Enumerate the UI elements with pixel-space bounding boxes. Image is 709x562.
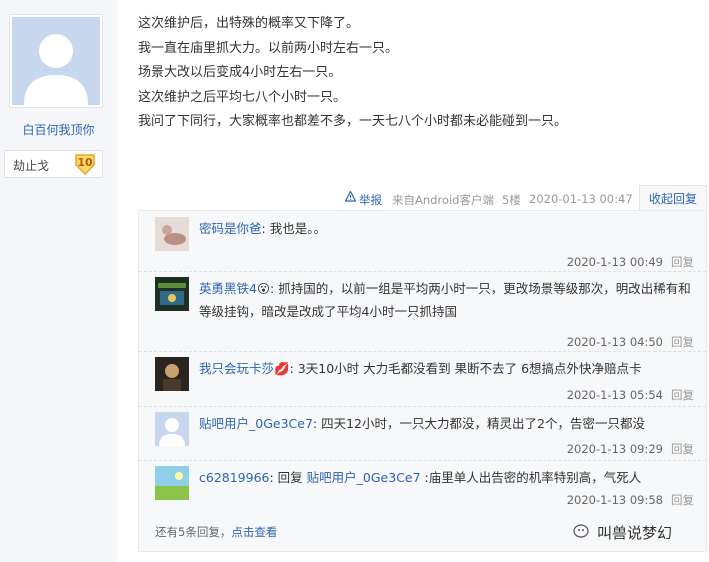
reply-button[interactable]: 回复 <box>671 388 694 402</box>
reply-time: 2020-1-13 09:58 <box>566 493 663 507</box>
default-avatar-icon <box>12 17 100 105</box>
level-badge[interactable]: 劫止戈 10 <box>4 150 103 178</box>
post-tail: 举报 来自Android客户端 5楼 2020-01-13 00:47 <box>0 190 709 208</box>
reply-button[interactable]: 回复 <box>671 255 694 269</box>
list-item: 英勇黑铁4😮: 抓持国的，以前一组是平均两小时一只，更改场景等级那次，明改出稀有… <box>139 271 706 352</box>
post-line: 我问了下同行，大家概率也都差不多，一天七八个小时都未必能碰到一只。 <box>138 114 568 129</box>
reply-list: 密码是你爸: 我也是。。 2020-1-13 00:49 回复 英勇黑铁4😮: 抓… <box>138 210 707 552</box>
list-item: 我只会玩卡莎💋: 3天10小时 大力毛都没看到 果断不去了 6想搞点外快净赔点卡… <box>139 351 706 407</box>
reply-content: 3天10小时 大力毛都没看到 果断不去了 6想搞点外快净赔点卡 <box>297 361 642 376</box>
reply-button[interactable]: 回复 <box>671 493 694 507</box>
post-line: 场景大改以后变成4小时左右一只。 <box>138 65 342 80</box>
reply-time: 2020-1-13 04:50 <box>566 335 663 349</box>
warning-icon <box>344 190 357 205</box>
reply-target-username[interactable]: 贴吧用户_0Ge3Ce7 <box>307 470 421 485</box>
reply-username[interactable]: 密码是你爸 <box>199 221 262 236</box>
post-line: 这次维护后，出特殊的概率又下降了。 <box>138 16 360 31</box>
reply-content: 我也是。。 <box>269 221 326 236</box>
reply-avatar[interactable] <box>155 357 189 391</box>
reply-content: 庙里单人出告密的机率特别高，气死人 <box>428 470 642 485</box>
reply-time: 2020-1-13 05:54 <box>566 388 663 402</box>
list-item: 贴吧用户_0Ge3Ce7: 四天12小时，一只大力都没，精灵出了2个，告密一只都… <box>139 406 706 461</box>
reply-username[interactable]: 英勇黑铁4 <box>199 281 257 296</box>
more-replies: 还有5条回复，点击查看 <box>155 525 278 539</box>
reply-username[interactable]: c62819966 <box>199 470 270 485</box>
post-line: 这次维护之后平均七八个小时一只。 <box>138 89 347 105</box>
floor-number: 5楼 <box>502 193 521 207</box>
reply-avatar[interactable] <box>155 412 189 446</box>
client-source: 来自Android客户端 <box>392 193 494 207</box>
emoji-icon: 😮 <box>256 281 270 296</box>
level-name: 劫止戈 <box>13 159 50 173</box>
list-item: c62819966: 回复 贴吧用户_0Ge3Ce7 :庙里单人出告密的机率特别… <box>139 460 706 515</box>
reply-username[interactable]: 贴吧用户_0Ge3Ce7 <box>199 416 313 431</box>
wechat-icon <box>573 523 593 545</box>
list-item: 密码是你爸: 我也是。。 2020-1-13 00:49 回复 <box>139 211 706 272</box>
reply-button[interactable]: 回复 <box>671 442 694 456</box>
user-avatar[interactable] <box>9 14 103 108</box>
view-more-link[interactable]: 点击查看 <box>231 525 277 539</box>
reply-content: 四天12小时，一只大力都没，精灵出了2个，告密一只都没 <box>321 416 645 431</box>
username-link[interactable]: 白百何我顶你 <box>0 121 117 138</box>
reply-username[interactable]: 我只会玩卡莎 <box>199 361 274 376</box>
user-sidebar: 白百何我顶你 劫止戈 10 <box>0 0 117 562</box>
reply-avatar[interactable] <box>155 217 189 251</box>
collapse-replies-button[interactable]: 收起回复 <box>639 185 707 212</box>
reply-time: 2020-1-13 00:49 <box>566 255 663 269</box>
reply-button[interactable]: 回复 <box>671 335 694 349</box>
post-line: 我一直在庙里抓大力。以前两小时左右一只。 <box>138 40 399 56</box>
post-content: 这次维护后，出特殊的概率又下降了。 我一直在庙里抓大力。以前两小时左右一只。 场… <box>138 12 567 135</box>
emoji-icon: 💋 <box>274 361 290 376</box>
post-time: 2020-01-13 00:47 <box>529 192 633 206</box>
reply-time: 2020-1-13 09:29 <box>566 442 663 456</box>
reply-avatar[interactable] <box>155 466 189 500</box>
report-link[interactable]: 举报 <box>359 192 382 208</box>
reply-avatar[interactable] <box>155 277 189 311</box>
level-number: 10 <box>77 156 93 169</box>
watermark-text: 叫兽说梦幻 <box>597 524 673 542</box>
